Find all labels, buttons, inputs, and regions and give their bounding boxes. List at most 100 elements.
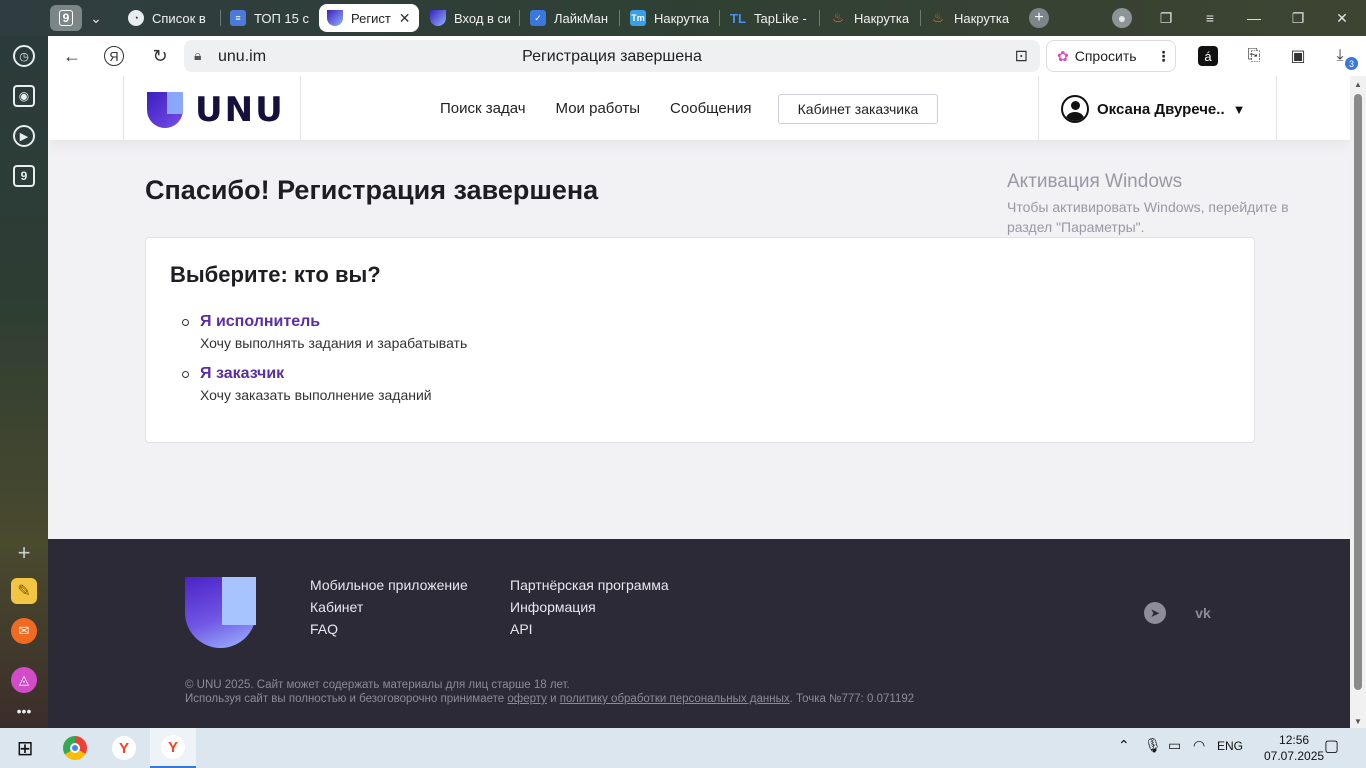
alice-sparkle-icon: ✿ (1057, 47, 1069, 64)
telegram-icon[interactable]: ➤ (1144, 602, 1166, 624)
card-title: Выберите: кто вы? (170, 262, 381, 287)
bookmark-icon[interactable]: ⊡ (1015, 46, 1028, 66)
tab-1[interactable]: ≡ ТОП 15 с (222, 4, 318, 32)
tab-4[interactable]: ✓ ЛайкМан (522, 4, 618, 32)
fire-icon: ♨ (932, 10, 944, 25)
ask-label: Спросить (1074, 48, 1137, 64)
notes-app-icon[interactable]: ✎ (11, 578, 37, 604)
footer-link-partner[interactable]: Партнёрская программа (510, 577, 669, 593)
microphone-icon[interactable]: 🎙︎ (1144, 737, 1162, 754)
tab-label: Регист (351, 10, 391, 26)
vk-icon[interactable]: vk (1192, 602, 1214, 624)
scroll-up-arrow-icon[interactable]: ▲ (1354, 80, 1362, 89)
windows-taskbar: ⊞ Y Y ⌃ 🎙︎ ▭ ◠ ENG 12:56 07.07.2025 ▢ (0, 728, 1366, 768)
page-scrollbar[interactable]: ▲ ▼ (1350, 76, 1366, 728)
scroll-down-arrow-icon[interactable]: ▼ (1354, 717, 1362, 726)
tab-bar: 9 ⌄ ◔ Список в ≡ ТОП 15 с Регист ✕ Вход … (0, 0, 1366, 36)
close-tab-icon[interactable]: ✕ (399, 10, 411, 27)
tabs-dropdown-icon[interactable]: ⌄ (86, 8, 106, 28)
site-footer: Мобильное приложение Кабинет FAQ Партнёр… (48, 539, 1350, 728)
close-window-icon[interactable]: ✕ (1332, 8, 1352, 28)
chrome-taskbar-icon[interactable] (61, 734, 89, 762)
windows-start-icon[interactable]: ⊞ (11, 734, 39, 762)
battery-icon[interactable]: ▭ (1168, 737, 1181, 754)
customer-cabinet-button[interactable]: Кабинет заказчика (778, 94, 938, 124)
header-divider (300, 76, 301, 140)
nav-messages[interactable]: Сообщения (670, 100, 751, 117)
nav-my-works[interactable]: Мои работы (556, 100, 641, 117)
system-clock[interactable]: 12:56 07.07.2025 (1264, 732, 1324, 764)
restore-window-icon[interactable]: ❐ (1288, 8, 1308, 28)
mail-app-icon[interactable]: ✉ (11, 618, 37, 644)
minimize-window-icon[interactable]: — (1244, 8, 1264, 28)
wifi-icon[interactable]: ◠ (1193, 737, 1205, 754)
tab-2-active[interactable]: Регист ✕ (319, 4, 419, 32)
notifications-icon[interactable]: ▢ (1324, 736, 1339, 756)
user-menu[interactable]: Оксана Двурече.. ▼ (1061, 95, 1246, 123)
tab-counter-side-icon[interactable]: 9 (13, 165, 35, 187)
new-tab-plus-icon[interactable]: + (1029, 8, 1049, 28)
page-title-text: Регистрация завершена (522, 48, 702, 65)
tab-7[interactable]: ♨ Накрутка (822, 4, 918, 32)
footer-link-cabinet[interactable]: Кабинет (310, 599, 468, 615)
yandex-browser-taskbar-active[interactable]: Y (150, 728, 196, 768)
offer-link[interactable]: оферту (507, 693, 547, 705)
tab-3[interactable]: Вход в си (422, 4, 518, 32)
footer-link-mobile-app[interactable]: Мобильное приложение (310, 577, 468, 593)
tab-counter-value: 9 (58, 10, 74, 26)
tab-separator (519, 10, 520, 26)
ask-alice-button[interactable]: ✿ Спросить ⋮ (1046, 40, 1176, 72)
logo-text: UNU (195, 90, 285, 130)
agreement-line: Используя сайт вы полностью и безоговоро… (185, 692, 914, 706)
footer-link-info[interactable]: Информация (510, 599, 669, 615)
clock-time: 12:56 (1279, 733, 1310, 747)
tray-chevron-up-icon[interactable]: ⌃ (1118, 737, 1130, 754)
menu-hamburger-icon[interactable]: ≡ (1200, 8, 1220, 28)
yandex-taskbar-icon[interactable]: Y (110, 734, 138, 762)
footer-link-api[interactable]: API (510, 621, 669, 637)
fire-icon: ♨ (832, 10, 844, 25)
footer-link-faq[interactable]: FAQ (310, 621, 468, 637)
tl-icon: TL (730, 10, 746, 26)
omnibox[interactable]: 🔒︎ unu.im Регистрация завершена ⊡ (184, 40, 1040, 72)
alice-app-icon[interactable]: ◬ (11, 667, 37, 693)
tab-label: TapLike - (754, 10, 807, 26)
tab-5[interactable]: Tm Накрутка (622, 4, 718, 32)
chrome-logo-icon (63, 736, 87, 760)
chevron-down-icon: ▼ (1232, 101, 1246, 117)
more-dots-icon[interactable]: ••• (11, 698, 37, 724)
header-divider (123, 76, 124, 140)
tab-0[interactable]: ◔ Список в (120, 4, 220, 32)
privacy-policy-link[interactable]: политику обработки персональных данных (560, 693, 790, 705)
back-arrow-icon[interactable]: ← (60, 44, 84, 68)
agree-prefix: Используя сайт вы полностью и безоговоро… (185, 693, 505, 705)
role-performer-link[interactable]: Я исполнитель (200, 313, 320, 331)
tab-label: Накрутка (854, 10, 910, 26)
language-indicator[interactable]: ENG (1217, 739, 1243, 753)
reader-icon[interactable]: ⎘ (1242, 44, 1266, 68)
add-panel-icon[interactable]: + (11, 540, 37, 566)
tab-6[interactable]: TL TapLike - (722, 4, 818, 32)
site-logo[interactable]: UNU (147, 90, 285, 130)
yandex-icon[interactable]: Я (104, 46, 124, 66)
unu-icon (430, 10, 446, 26)
tab-8[interactable]: ♨ Накрутка (922, 4, 1018, 32)
doc-icon: ≡ (230, 10, 246, 26)
footer-logo-icon[interactable] (185, 577, 256, 648)
video-play-icon[interactable]: ▶ (13, 125, 35, 147)
nav-find-tasks[interactable]: Поиск задач (440, 100, 526, 117)
tab-label: Накрутка (654, 10, 710, 26)
collections-icon[interactable]: ❐ (1156, 8, 1176, 28)
role-customer-link[interactable]: Я заказчик (200, 365, 284, 383)
history-clock-icon[interactable]: ◷ (13, 45, 35, 67)
tab-counter-button[interactable]: 9 (50, 5, 82, 31)
scroll-thumb[interactable] (1354, 94, 1362, 690)
reload-icon[interactable]: ↻ (148, 44, 172, 68)
account-avatar-icon[interactable]: ● (1112, 8, 1132, 28)
screenshot-icon[interactable]: ◉ (13, 85, 35, 107)
translate-a-icon[interactable]: á (1198, 46, 1218, 66)
more-vertical-icon[interactable]: ⋮ (1157, 48, 1171, 65)
downloads-icon[interactable]: ⤓ 3 (1328, 44, 1358, 70)
image-extension-icon[interactable]: ▣ (1286, 44, 1310, 68)
tab-label: ТОП 15 с (254, 10, 309, 26)
